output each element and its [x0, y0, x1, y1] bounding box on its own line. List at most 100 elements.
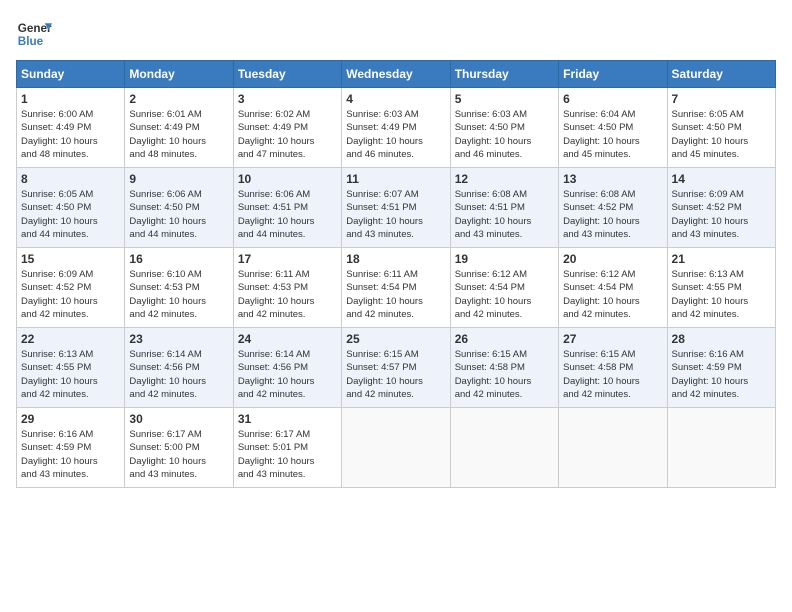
- calendar-cell: [342, 408, 450, 488]
- calendar-cell: 13Sunrise: 6:08 AM Sunset: 4:52 PM Dayli…: [559, 168, 667, 248]
- day-number: 2: [129, 92, 228, 106]
- calendar-cell: 3 Sunrise: 6:02 AM Sunset: 4:49 PM Daylig…: [233, 88, 341, 168]
- day-number: 6: [563, 92, 662, 106]
- day-number: 18: [346, 252, 445, 266]
- day-info: Sunrise: 6:02 AM Sunset: 4:49 PM Dayligh…: [238, 108, 337, 161]
- day-number: 31: [238, 412, 337, 426]
- day-number: 24: [238, 332, 337, 346]
- calendar-cell: 8 Sunrise: 6:05 AM Sunset: 4:50 PM Daylig…: [17, 168, 125, 248]
- calendar-week-5: 29 Sunrise: 6:16 AM Sunset: 4:59 PM Dayli…: [17, 408, 776, 488]
- calendar-cell: 25Sunrise: 6:15 AM Sunset: 4:57 PM Dayli…: [342, 328, 450, 408]
- day-info: Sunrise: 6:13 AM Sunset: 4:55 PM Dayligh…: [21, 348, 120, 401]
- header: General Blue: [16, 16, 776, 52]
- day-number: 19: [455, 252, 554, 266]
- calendar-cell: 29 Sunrise: 6:16 AM Sunset: 4:59 PM Dayli…: [17, 408, 125, 488]
- calendar-week-4: 22 Sunrise: 6:13 AM Sunset: 4:55 PM Dayli…: [17, 328, 776, 408]
- day-number: 10: [238, 172, 337, 186]
- day-info: Sunrise: 6:13 AM Sunset: 4:55 PM Dayligh…: [672, 268, 771, 321]
- day-info: Sunrise: 6:11 AM Sunset: 4:54 PM Dayligh…: [346, 268, 445, 321]
- calendar-cell: 24 Sunrise: 6:14 AM Sunset: 4:56 PM Dayli…: [233, 328, 341, 408]
- day-info: Sunrise: 6:08 AM Sunset: 4:52 PM Dayligh…: [563, 188, 662, 241]
- day-info: Sunrise: 6:17 AM Sunset: 5:00 PM Dayligh…: [129, 428, 228, 481]
- calendar-cell: 1 Sunrise: 6:00 AM Sunset: 4:49 PM Daylig…: [17, 88, 125, 168]
- calendar-cell: 18 Sunrise: 6:11 AM Sunset: 4:54 PM Dayli…: [342, 248, 450, 328]
- day-info: Sunrise: 6:17 AM Sunset: 5:01 PM Dayligh…: [238, 428, 337, 481]
- day-info: Sunrise: 6:00 AM Sunset: 4:49 PM Dayligh…: [21, 108, 120, 161]
- day-info: Sunrise: 6:09 AM Sunset: 4:52 PM Dayligh…: [21, 268, 120, 321]
- calendar-cell: 14 Sunrise: 6:09 AM Sunset: 4:52 PM Dayli…: [667, 168, 775, 248]
- day-info: Sunrise: 6:12 AM Sunset: 4:54 PM Dayligh…: [455, 268, 554, 321]
- header-day-saturday: Saturday: [667, 61, 775, 88]
- day-number: 21: [672, 252, 771, 266]
- calendar-week-2: 8 Sunrise: 6:05 AM Sunset: 4:50 PM Daylig…: [17, 168, 776, 248]
- calendar-cell: 19 Sunrise: 6:12 AM Sunset: 4:54 PM Dayli…: [450, 248, 558, 328]
- day-info: Sunrise: 6:04 AM Sunset: 4:50 PM Dayligh…: [563, 108, 662, 161]
- calendar-week-3: 15 Sunrise: 6:09 AM Sunset: 4:52 PM Dayli…: [17, 248, 776, 328]
- day-info: Sunrise: 6:05 AM Sunset: 4:50 PM Dayligh…: [21, 188, 120, 241]
- day-number: 7: [672, 92, 771, 106]
- calendar-cell: 20 Sunrise: 6:12 AM Sunset: 4:54 PM Dayli…: [559, 248, 667, 328]
- calendar-cell: 9 Sunrise: 6:06 AM Sunset: 4:50 PM Daylig…: [125, 168, 233, 248]
- day-info: Sunrise: 6:08 AM Sunset: 4:51 PM Dayligh…: [455, 188, 554, 241]
- calendar-cell: 7 Sunrise: 6:05 AM Sunset: 4:50 PM Daylig…: [667, 88, 775, 168]
- day-number: 1: [21, 92, 120, 106]
- calendar-cell: 31 Sunrise: 6:17 AM Sunset: 5:01 PM Dayli…: [233, 408, 341, 488]
- day-number: 16: [129, 252, 228, 266]
- calendar-cell: 22 Sunrise: 6:13 AM Sunset: 4:55 PM Dayli…: [17, 328, 125, 408]
- day-info: Sunrise: 6:16 AM Sunset: 4:59 PM Dayligh…: [21, 428, 120, 481]
- day-number: 11: [346, 172, 445, 186]
- calendar-cell: 27 Sunrise: 6:15 AM Sunset: 4:58 PM Dayli…: [559, 328, 667, 408]
- calendar-table: SundayMondayTuesdayWednesdayThursdayFrid…: [16, 60, 776, 488]
- header-day-tuesday: Tuesday: [233, 61, 341, 88]
- calendar-cell: [559, 408, 667, 488]
- calendar-cell: 10 Sunrise: 6:06 AM Sunset: 4:51 PM Dayli…: [233, 168, 341, 248]
- day-number: 27: [563, 332, 662, 346]
- calendar-cell: 23 Sunrise: 6:14 AM Sunset: 4:56 PM Dayli…: [125, 328, 233, 408]
- day-info: Sunrise: 6:15 AM Sunset: 4:58 PM Dayligh…: [455, 348, 554, 401]
- day-number: 20: [563, 252, 662, 266]
- header-day-monday: Monday: [125, 61, 233, 88]
- svg-text:Blue: Blue: [18, 35, 44, 48]
- day-number: 15: [21, 252, 120, 266]
- day-info: Sunrise: 6:05 AM Sunset: 4:50 PM Dayligh…: [672, 108, 771, 161]
- day-info: Sunrise: 6:03 AM Sunset: 4:49 PM Dayligh…: [346, 108, 445, 161]
- day-info: Sunrise: 6:12 AM Sunset: 4:54 PM Dayligh…: [563, 268, 662, 321]
- day-info: Sunrise: 6:07 AM Sunset: 4:51 PM Dayligh…: [346, 188, 445, 241]
- day-number: 23: [129, 332, 228, 346]
- calendar-cell: 16 Sunrise: 6:10 AM Sunset: 4:53 PM Dayli…: [125, 248, 233, 328]
- day-info: Sunrise: 6:06 AM Sunset: 4:51 PM Dayligh…: [238, 188, 337, 241]
- day-info: Sunrise: 6:06 AM Sunset: 4:50 PM Dayligh…: [129, 188, 228, 241]
- day-info: Sunrise: 6:14 AM Sunset: 4:56 PM Dayligh…: [129, 348, 228, 401]
- calendar-cell: 6 Sunrise: 6:04 AM Sunset: 4:50 PM Daylig…: [559, 88, 667, 168]
- calendar-cell: 11 Sunrise: 6:07 AM Sunset: 4:51 PM Dayli…: [342, 168, 450, 248]
- day-info: Sunrise: 6:09 AM Sunset: 4:52 PM Dayligh…: [672, 188, 771, 241]
- day-number: 9: [129, 172, 228, 186]
- day-number: 3: [238, 92, 337, 106]
- calendar-cell: [450, 408, 558, 488]
- day-info: Sunrise: 6:03 AM Sunset: 4:50 PM Dayligh…: [455, 108, 554, 161]
- days-header-row: SundayMondayTuesdayWednesdayThursdayFrid…: [17, 61, 776, 88]
- logo: General Blue: [16, 16, 56, 52]
- day-number: 14: [672, 172, 771, 186]
- day-number: 29: [21, 412, 120, 426]
- day-number: 26: [455, 332, 554, 346]
- calendar-cell: 4 Sunrise: 6:03 AM Sunset: 4:49 PM Daylig…: [342, 88, 450, 168]
- day-info: Sunrise: 6:14 AM Sunset: 4:56 PM Dayligh…: [238, 348, 337, 401]
- calendar-week-1: 1 Sunrise: 6:00 AM Sunset: 4:49 PM Daylig…: [17, 88, 776, 168]
- calendar-cell: 5Sunrise: 6:03 AM Sunset: 4:50 PM Daylig…: [450, 88, 558, 168]
- header-day-wednesday: Wednesday: [342, 61, 450, 88]
- calendar-cell: 15 Sunrise: 6:09 AM Sunset: 4:52 PM Dayli…: [17, 248, 125, 328]
- day-info: Sunrise: 6:10 AM Sunset: 4:53 PM Dayligh…: [129, 268, 228, 321]
- day-number: 30: [129, 412, 228, 426]
- day-number: 8: [21, 172, 120, 186]
- day-info: Sunrise: 6:15 AM Sunset: 4:58 PM Dayligh…: [563, 348, 662, 401]
- calendar-cell: [667, 408, 775, 488]
- day-number: 4: [346, 92, 445, 106]
- calendar-cell: 26 Sunrise: 6:15 AM Sunset: 4:58 PM Dayli…: [450, 328, 558, 408]
- day-number: 17: [238, 252, 337, 266]
- calendar-cell: 17Sunrise: 6:11 AM Sunset: 4:53 PM Dayli…: [233, 248, 341, 328]
- calendar-cell: 28Sunrise: 6:16 AM Sunset: 4:59 PM Dayli…: [667, 328, 775, 408]
- day-info: Sunrise: 6:16 AM Sunset: 4:59 PM Dayligh…: [672, 348, 771, 401]
- day-number: 22: [21, 332, 120, 346]
- calendar-cell: 2Sunrise: 6:01 AM Sunset: 4:49 PM Daylig…: [125, 88, 233, 168]
